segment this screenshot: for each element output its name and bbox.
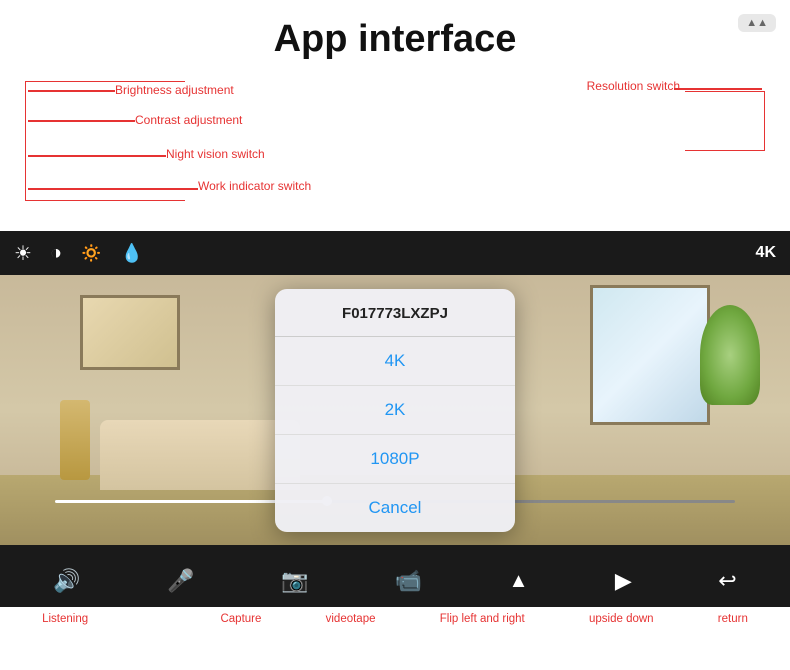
camera-toolbar-top: ☀ ◑ 🔅 💧 4K xyxy=(0,231,790,275)
bottom-labels-row: Listening - Capture videotape Flip left … xyxy=(0,607,790,629)
resolution-dialog: F017773LXZPJ 4K 2K 1080P Cancel xyxy=(275,289,515,532)
dialog-option-4k[interactable]: 4K xyxy=(275,337,515,386)
listening-button[interactable]: 🔊 xyxy=(53,570,80,592)
flip-button[interactable]: ▲ xyxy=(509,571,529,591)
left-bracket xyxy=(25,81,185,201)
spacer1: - xyxy=(152,613,156,625)
capture-button[interactable]: 🎤 xyxy=(167,570,194,592)
night-line xyxy=(28,155,166,157)
bulb-icon[interactable]: 💧 xyxy=(120,243,142,264)
page-title: App interface xyxy=(0,0,790,71)
flip-label: Flip left and right xyxy=(440,613,525,625)
videotape-label: videotape xyxy=(326,613,376,625)
dialog-title: F017773LXZPJ xyxy=(275,289,515,337)
brightness-line xyxy=(28,90,115,92)
dialog-cancel-button[interactable]: Cancel xyxy=(275,484,515,532)
upside-down-label: upside down xyxy=(589,613,654,625)
night-icon[interactable]: 🔅 xyxy=(80,243,102,264)
return-label: return xyxy=(718,613,748,625)
camera-icon: 📷 xyxy=(281,570,308,592)
capture-label: Capture xyxy=(220,613,261,625)
resolution-line xyxy=(674,88,762,90)
listening-label: Listening xyxy=(42,613,88,625)
dialog-option-1080p[interactable]: 1080P xyxy=(275,435,515,484)
brightness-icon[interactable]: ☀ xyxy=(14,241,32,266)
night-vision-label: Night vision switch xyxy=(166,147,265,161)
photo-capture-button[interactable]: 📷 xyxy=(281,570,308,592)
camera-view: F017773LXZPJ 4K 2K 1080P Cancel xyxy=(0,275,790,545)
contrast-icon[interactable]: ◑ xyxy=(50,242,62,265)
video-icon: 📹 xyxy=(395,570,422,592)
videotape-button[interactable]: 📹 xyxy=(395,570,422,592)
volume-icon: 🔊 xyxy=(53,570,80,592)
upside-down-icon: ▶ xyxy=(615,570,632,592)
annotation-area: Brightness adjustment Contrast adjustmen… xyxy=(0,71,790,231)
camera-toolbar-bottom: 🔊 🎤 📷 📹 ▲ ▶ ↩ xyxy=(0,555,790,607)
contrast-label: Contrast adjustment xyxy=(135,113,242,127)
mic-icon: 🎤 xyxy=(167,570,194,592)
work-line xyxy=(28,188,198,190)
work-indicator-label: Work indicator switch xyxy=(198,179,311,193)
return-button[interactable]: ↩ xyxy=(718,570,736,592)
wifi-icon: ▲▲ xyxy=(746,17,768,29)
resolution-label: Resolution switch xyxy=(587,79,680,93)
flip-icon: ▲ xyxy=(509,571,529,591)
resolution-display[interactable]: 4K xyxy=(756,244,776,262)
return-icon: ↩ xyxy=(718,570,736,592)
dialog-option-2k[interactable]: 2K xyxy=(275,386,515,435)
right-bracket xyxy=(685,91,765,151)
camera-icons-left: ☀ ◑ 🔅 💧 xyxy=(14,241,143,266)
contrast-line xyxy=(28,120,135,122)
wifi-indicator: ▲▲ xyxy=(738,14,776,32)
brightness-label: Brightness adjustment xyxy=(115,83,234,97)
upside-down-button[interactable]: ▶ xyxy=(615,570,632,592)
dialog-overlay: F017773LXZPJ 4K 2K 1080P Cancel xyxy=(0,275,790,545)
